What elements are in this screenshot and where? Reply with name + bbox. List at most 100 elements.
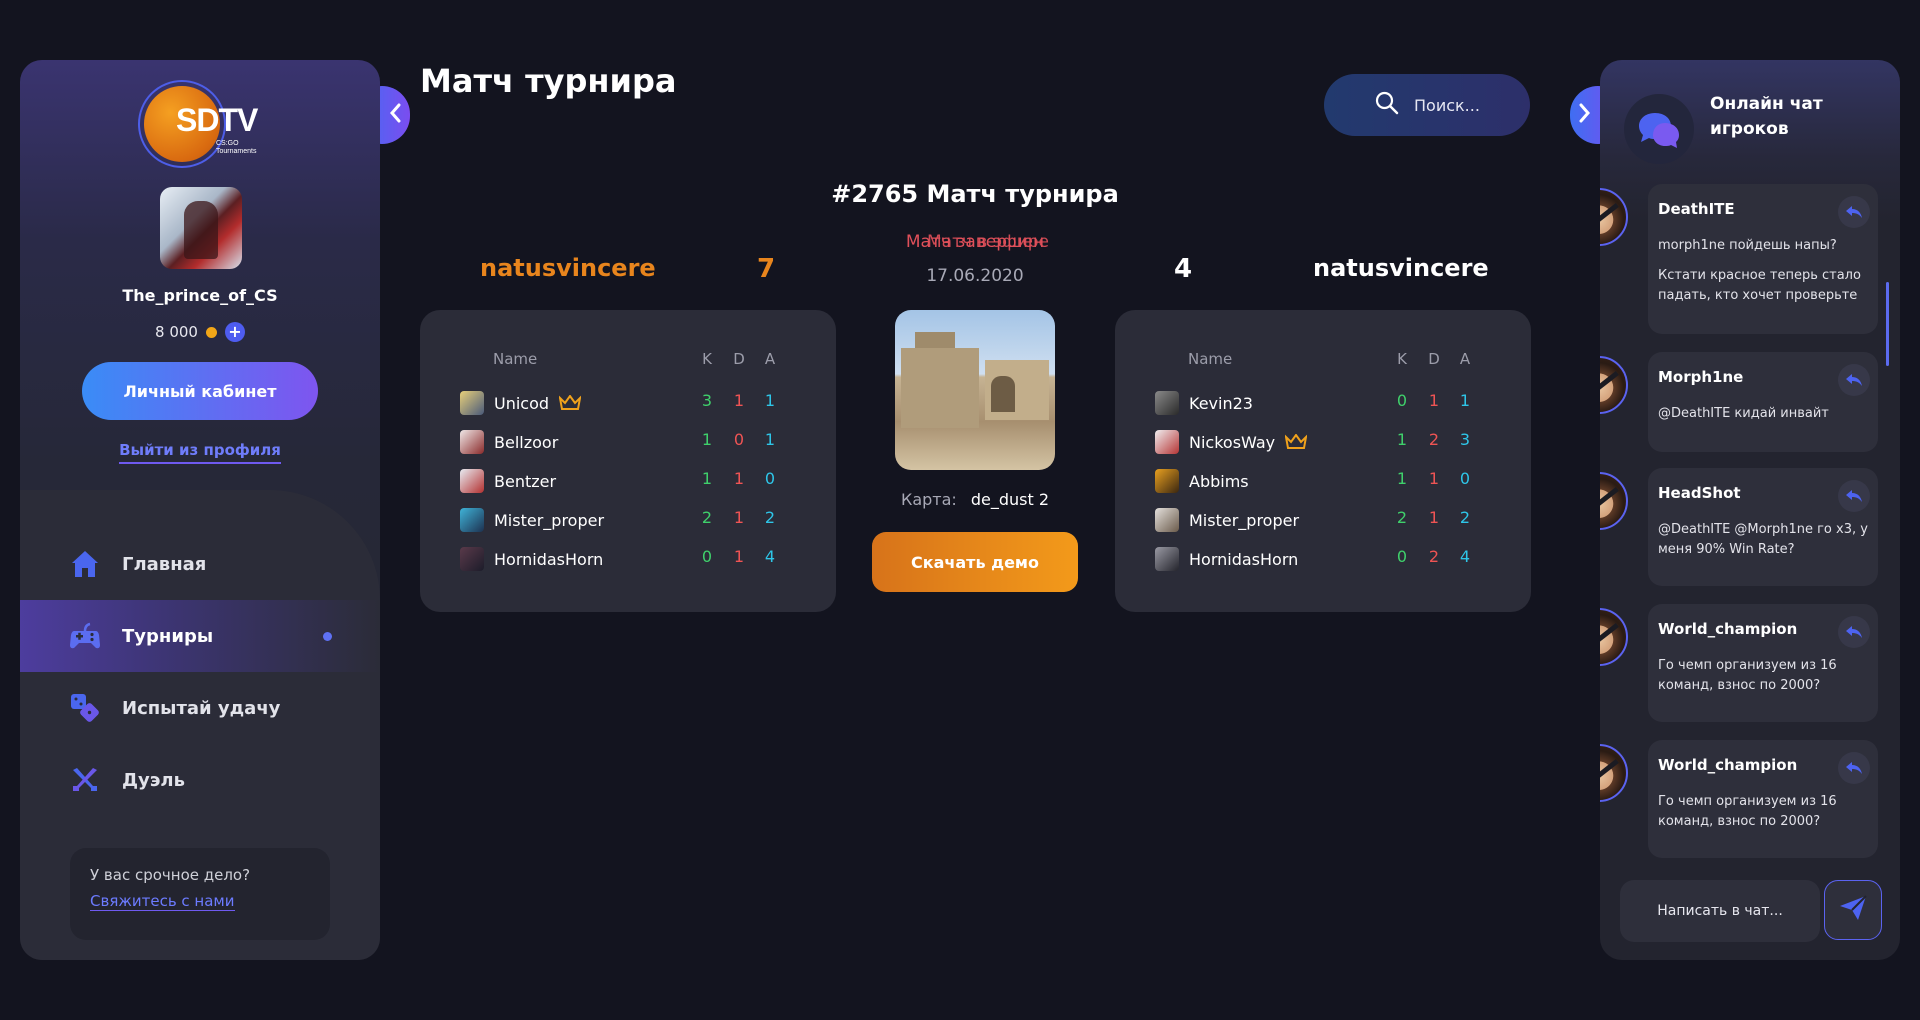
- add-funds-icon[interactable]: +: [224, 322, 245, 342]
- player-name: HornidasHorn: [494, 549, 604, 569]
- team-left-score: 7: [757, 254, 776, 284]
- message-text: Кстати красное теперь стало падать, кто …: [1658, 268, 1861, 303]
- logout-link[interactable]: Выйти из профиля: [119, 441, 281, 464]
- assists: 3: [1459, 430, 1471, 449]
- player-row[interactable]: Bellzoor 1 0 1: [420, 430, 836, 454]
- player-avatar: [460, 430, 484, 454]
- chevron-left-icon: [388, 102, 402, 128]
- balance-value: 8 000: [155, 323, 198, 341]
- reply-button[interactable]: [1838, 364, 1870, 396]
- author-avatar[interactable]: [1600, 608, 1628, 666]
- sdtv-logo[interactable]: SDTV CS:GO Tournaments: [138, 80, 268, 168]
- player-row[interactable]: Unicod 3 1 1: [420, 391, 836, 415]
- chat-message: World_champion Го чемп организуем из 16 …: [1600, 604, 1900, 722]
- main-nav: Главная Турниры Испытай удачу Дуэль У ва…: [20, 490, 380, 960]
- nav-item-tournaments[interactable]: Турниры: [20, 600, 380, 672]
- assists: 1: [764, 430, 776, 449]
- personal-cabinet-button[interactable]: Личный кабинет: [82, 362, 318, 420]
- message-text: Го чемп организуем из 16 команд, взнос п…: [1658, 658, 1837, 693]
- logo-text: SDTV: [176, 102, 258, 138]
- sidebar: SDTV CS:GO Tournaments The_prince_of_CS …: [20, 60, 380, 960]
- player-name: Mister_proper: [1189, 510, 1300, 530]
- team-right-card: Name K D A Kevin23 0 1 1 NickosWay 1 2 3…: [1115, 310, 1531, 612]
- player-name: Unicod: [494, 393, 550, 413]
- reply-button[interactable]: [1838, 480, 1870, 512]
- search-icon: [1374, 90, 1400, 120]
- assists: 2: [1459, 508, 1471, 527]
- player-name: Bentzer: [494, 471, 557, 491]
- player-row[interactable]: HornidasHorn 0 1 4: [420, 547, 836, 571]
- team-right-score: 4: [1174, 254, 1193, 284]
- match-status: Матч завершен Матч в эфире: [880, 232, 1070, 254]
- team-left-name[interactable]: natusvincere: [480, 254, 656, 282]
- deaths: 1: [733, 469, 745, 488]
- message-bubble: HeadShot @DeathITE @Morph1ne го х3, у ме…: [1648, 468, 1878, 586]
- message-bubble: World_champion Го чемп организуем из 16 …: [1648, 604, 1878, 722]
- author-avatar[interactable]: [1600, 472, 1628, 530]
- chat-message: Morph1ne @DeathITE кидай инвайт: [1600, 352, 1900, 452]
- nav-item-duel[interactable]: Дуэль: [20, 744, 380, 816]
- send-message-button[interactable]: [1824, 880, 1882, 940]
- kills: 2: [1396, 508, 1408, 527]
- player-name-cell: HornidasHorn: [1155, 547, 1298, 571]
- player-row[interactable]: Mister_proper 2 1 2: [420, 508, 836, 532]
- player-row[interactable]: NickosWay 1 2 3: [1115, 430, 1531, 454]
- player-row[interactable]: HornidasHorn 0 2 4: [1115, 547, 1531, 571]
- assists: 2: [764, 508, 776, 527]
- search-box[interactable]: [1324, 74, 1530, 136]
- author-avatar[interactable]: [1600, 188, 1628, 246]
- player-name: Abbims: [1189, 471, 1249, 491]
- nav-label: Главная: [122, 553, 207, 575]
- player-row[interactable]: Kevin23 0 1 1: [1115, 391, 1531, 415]
- player-name-cell: NickosWay: [1155, 430, 1308, 454]
- assists: 1: [1459, 391, 1471, 410]
- send-icon: [1838, 894, 1868, 926]
- nav-item-luck[interactable]: Испытай удачу: [20, 672, 380, 744]
- player-name-cell: Mister_proper: [460, 508, 604, 532]
- match-title: #2765 Матч турнира: [831, 180, 1119, 208]
- nav-item-home[interactable]: Главная: [20, 528, 380, 600]
- table-header: Name K D A: [1115, 350, 1531, 374]
- deaths: 1: [733, 508, 745, 527]
- message-text: Го чемп организуем из 16 команд, взнос п…: [1658, 794, 1837, 829]
- message-author: HeadShot: [1658, 484, 1741, 502]
- kills: 0: [1396, 391, 1408, 410]
- player-row[interactable]: Mister_proper 2 1 2: [1115, 508, 1531, 532]
- search-input[interactable]: [1414, 95, 1514, 115]
- map-label: Карта:: [900, 490, 957, 509]
- reply-button[interactable]: [1838, 752, 1870, 784]
- assists: 0: [764, 469, 776, 488]
- message-author: DeathITE: [1658, 200, 1735, 218]
- message-text: @DeathITE @Morph1ne го х3, у меня 90% Wi…: [1658, 522, 1868, 557]
- table-header: Name K D A: [420, 350, 836, 374]
- col-assists: A: [764, 350, 776, 368]
- crossed-guns-icon: [68, 763, 102, 797]
- player-name-cell: Bentzer: [460, 469, 556, 493]
- reply-button[interactable]: [1838, 616, 1870, 648]
- team-right-name[interactable]: natusvincere: [1313, 254, 1489, 282]
- contact-us-link[interactable]: Свяжитесь с нами: [90, 892, 235, 911]
- map-info: Карта: de_dust 2: [880, 490, 1070, 509]
- player-row[interactable]: Abbims 1 1 0: [1115, 469, 1531, 493]
- author-avatar[interactable]: [1600, 744, 1628, 802]
- assists: 1: [764, 391, 776, 410]
- chat-message-input[interactable]: [1620, 880, 1820, 942]
- message-text: morph1ne пойдешь напы?: [1658, 238, 1837, 253]
- author-avatar[interactable]: [1600, 356, 1628, 414]
- map-building: [901, 348, 979, 428]
- player-avatar: [460, 508, 484, 532]
- active-indicator-dot: [323, 632, 332, 641]
- balance: 8 000 +: [20, 322, 380, 342]
- chat-message: HeadShot @DeathITE @Morph1ne го х3, у ме…: [1600, 468, 1900, 586]
- player-name: NickosWay: [1189, 432, 1276, 452]
- reply-button[interactable]: [1838, 196, 1870, 228]
- player-avatar: [1155, 469, 1179, 493]
- kills: 0: [1396, 547, 1408, 566]
- user-avatar[interactable]: [160, 187, 242, 269]
- download-demo-button[interactable]: Скачать демо: [872, 532, 1078, 592]
- crown-icon: [1284, 433, 1308, 450]
- assists: 4: [1459, 547, 1471, 566]
- home-icon: [68, 547, 102, 581]
- username: The_prince_of_CS: [122, 286, 278, 305]
- player-row[interactable]: Bentzer 1 1 0: [420, 469, 836, 493]
